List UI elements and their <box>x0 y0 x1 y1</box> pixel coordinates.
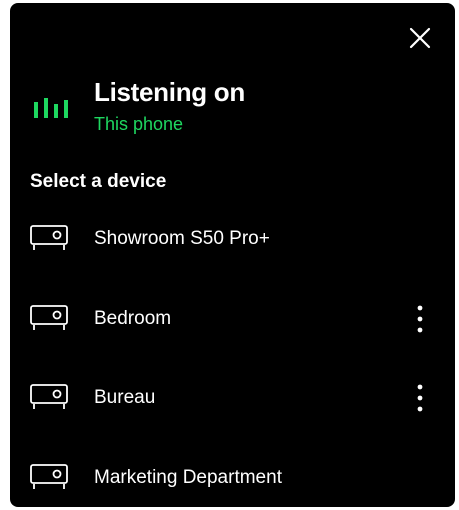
equalizer-icon <box>34 98 68 118</box>
speaker-icon <box>30 463 68 489</box>
more-vertical-icon[interactable] <box>408 302 432 336</box>
speaker-icon <box>30 384 68 409</box>
speaker-icon <box>30 225 68 250</box>
device-name: Bedroom <box>94 307 172 329</box>
device-item[interactable]: Marketing Department <box>10 439 455 508</box>
current-device-name: This phone <box>94 114 184 134</box>
device-name: Marketing Department <box>94 466 282 488</box>
more-vertical-icon[interactable] <box>408 381 432 415</box>
device-name: Bureau <box>94 387 156 408</box>
device-item[interactable]: Bedroom <box>10 280 455 360</box>
device-name: Showroom S50 Pro+ <box>94 228 270 249</box>
now-playing-device: Listening on This phone <box>32 75 432 135</box>
speaker-icon <box>30 304 68 330</box>
close-icon[interactable] <box>406 24 434 52</box>
device-item[interactable]: Showroom S50 Pro+ <box>10 200 455 280</box>
device-picker-panel: Listening on This phone Select a device … <box>10 3 455 507</box>
section-title: Select a device <box>30 171 167 192</box>
device-list: Showroom S50 Pro+ Bedroom Bureau Marketi… <box>10 200 455 507</box>
device-item[interactable]: Bureau <box>10 359 455 439</box>
listening-title: Listening on <box>94 77 245 107</box>
